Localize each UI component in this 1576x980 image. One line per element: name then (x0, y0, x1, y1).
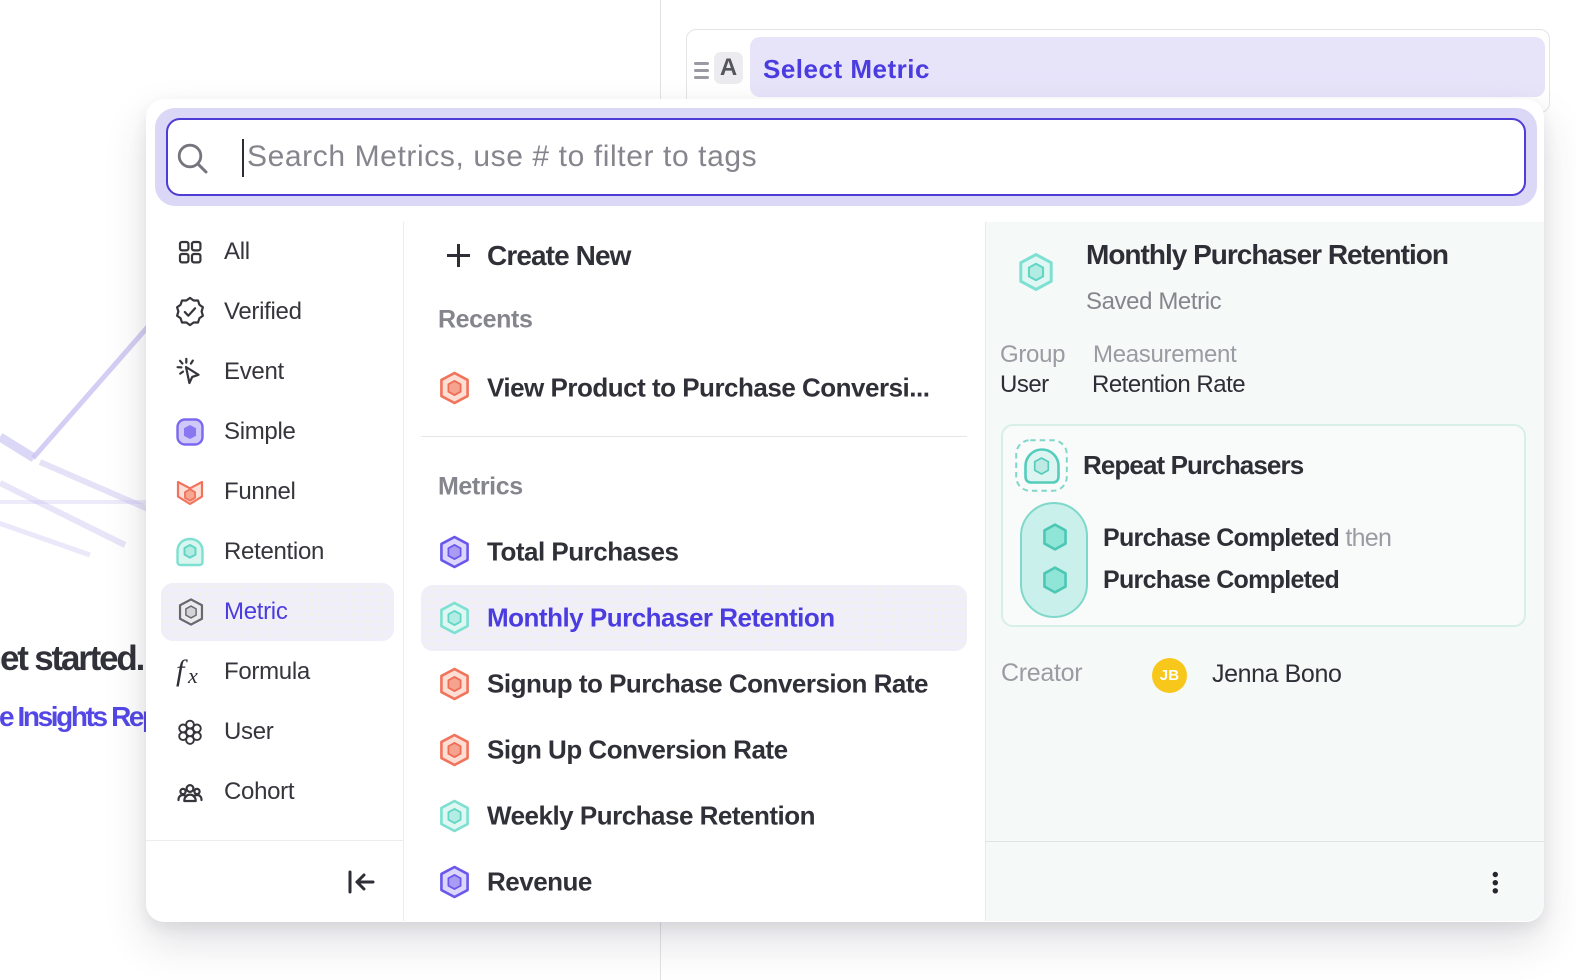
svg-text:x: x (187, 663, 198, 688)
svg-text:f: f (176, 654, 188, 687)
